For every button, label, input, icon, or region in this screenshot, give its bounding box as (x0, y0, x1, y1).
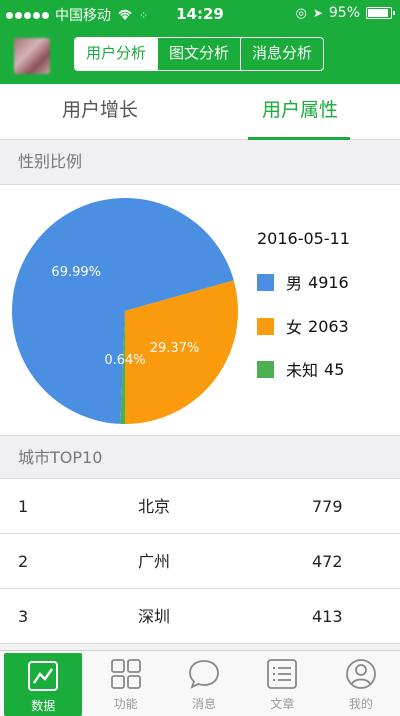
legend-label-female: 女 (286, 318, 303, 337)
gender-section-title: 性别比例 (0, 140, 400, 184)
row-city: 广州 (138, 552, 171, 571)
rotation-lock-icon: ◎ (295, 5, 307, 21)
legend-item-male: 男 4916 (257, 270, 349, 294)
legend-label-unknown: 未知 (286, 361, 319, 380)
row-rank: 3 (18, 607, 29, 626)
tabbar-label-me: 我的 (348, 697, 373, 711)
row-value: 413 (312, 607, 343, 626)
row-city: 深圳 (138, 607, 171, 626)
grid-icon (110, 659, 141, 689)
legend-value-female: 2063 (308, 316, 349, 336)
chart-line-icon (28, 661, 59, 691)
article-list-icon (267, 659, 298, 689)
tabbar-label-functions: 功能 (113, 697, 138, 711)
segment-message-analysis[interactable]: 消息分析 (240, 38, 323, 70)
bottom-tab-bar: 数据 功能 消息 文章 我的 (0, 650, 400, 716)
sub-tabs: 用户增长 用户属性 (0, 84, 400, 140)
tab-user-attributes[interactable]: 用户属性 (200, 84, 400, 140)
table-row[interactable]: 2 广州 472 (0, 534, 400, 589)
chart-date: 2016-05-11 (257, 229, 350, 248)
user-icon (345, 659, 376, 689)
row-rank: 1 (18, 497, 29, 516)
tabbar-label-messages: 消息 (192, 697, 217, 711)
row-city: 北京 (138, 497, 171, 516)
legend-swatch-unknown (257, 360, 274, 378)
table-row[interactable]: 1 北京 779 (0, 479, 400, 534)
legend-swatch-female (257, 317, 274, 335)
pie-label-male: 69.99% (51, 265, 101, 280)
pie-label-unknown: 0.64% (104, 353, 145, 368)
legend-value-male: 4916 (308, 272, 349, 292)
app-header: 中国移动 ⁘ 14:29 ◎ ➤ 95% 用户分析 图文分析 消息分析 (0, 0, 400, 84)
legend-swatch-male (257, 273, 274, 291)
city-table: 1 北京 779 2 广州 472 3 深圳 413 (0, 478, 400, 644)
tabbar-item-messages[interactable]: 消息 (165, 651, 243, 716)
row-value: 472 (312, 552, 343, 571)
legend-item-female: 女 2063 (257, 314, 349, 338)
gender-pie-chart: 69.99% 29.37% 0.64% (12, 198, 238, 424)
status-bar: 中国移动 ⁘ 14:29 ◎ ➤ 95% (0, 0, 400, 28)
battery-percent: 95% (328, 5, 360, 21)
location-icon: ➤ (312, 6, 323, 20)
pie-label-female: 29.37% (150, 341, 200, 356)
tab-user-growth[interactable]: 用户增长 (0, 84, 200, 140)
battery-icon (366, 7, 395, 19)
legend-item-unknown: 未知 45 (257, 357, 344, 381)
table-row[interactable]: 3 深圳 413 (0, 589, 400, 644)
legend-value-unknown: 45 (324, 359, 345, 379)
row-value: 779 (312, 497, 343, 516)
tabbar-item-functions[interactable]: 功能 (86, 651, 164, 716)
legend-label-male: 男 (286, 274, 303, 293)
tabbar-item-articles[interactable]: 文章 (243, 651, 321, 716)
gender-pie-card: 69.99% 29.37% 0.64% 2016-05-11 男 4916 女 20… (0, 184, 400, 436)
segment-article-analysis[interactable]: 图文分析 (157, 38, 240, 70)
chat-bubble-icon (189, 660, 219, 689)
city-section-title: 城市TOP10 (0, 436, 400, 480)
avatar[interactable] (14, 38, 50, 74)
segment-user-analysis[interactable]: 用户分析 (75, 38, 157, 70)
tabbar-label-articles: 文章 (270, 697, 295, 711)
row-rank: 2 (18, 552, 29, 571)
tabbar-label-data: 数据 (31, 699, 56, 713)
tabbar-item-me[interactable]: 我的 (322, 651, 400, 716)
analysis-segmented-control: 用户分析 图文分析 消息分析 (74, 37, 324, 71)
tabbar-item-data[interactable]: 数据 (4, 653, 83, 716)
